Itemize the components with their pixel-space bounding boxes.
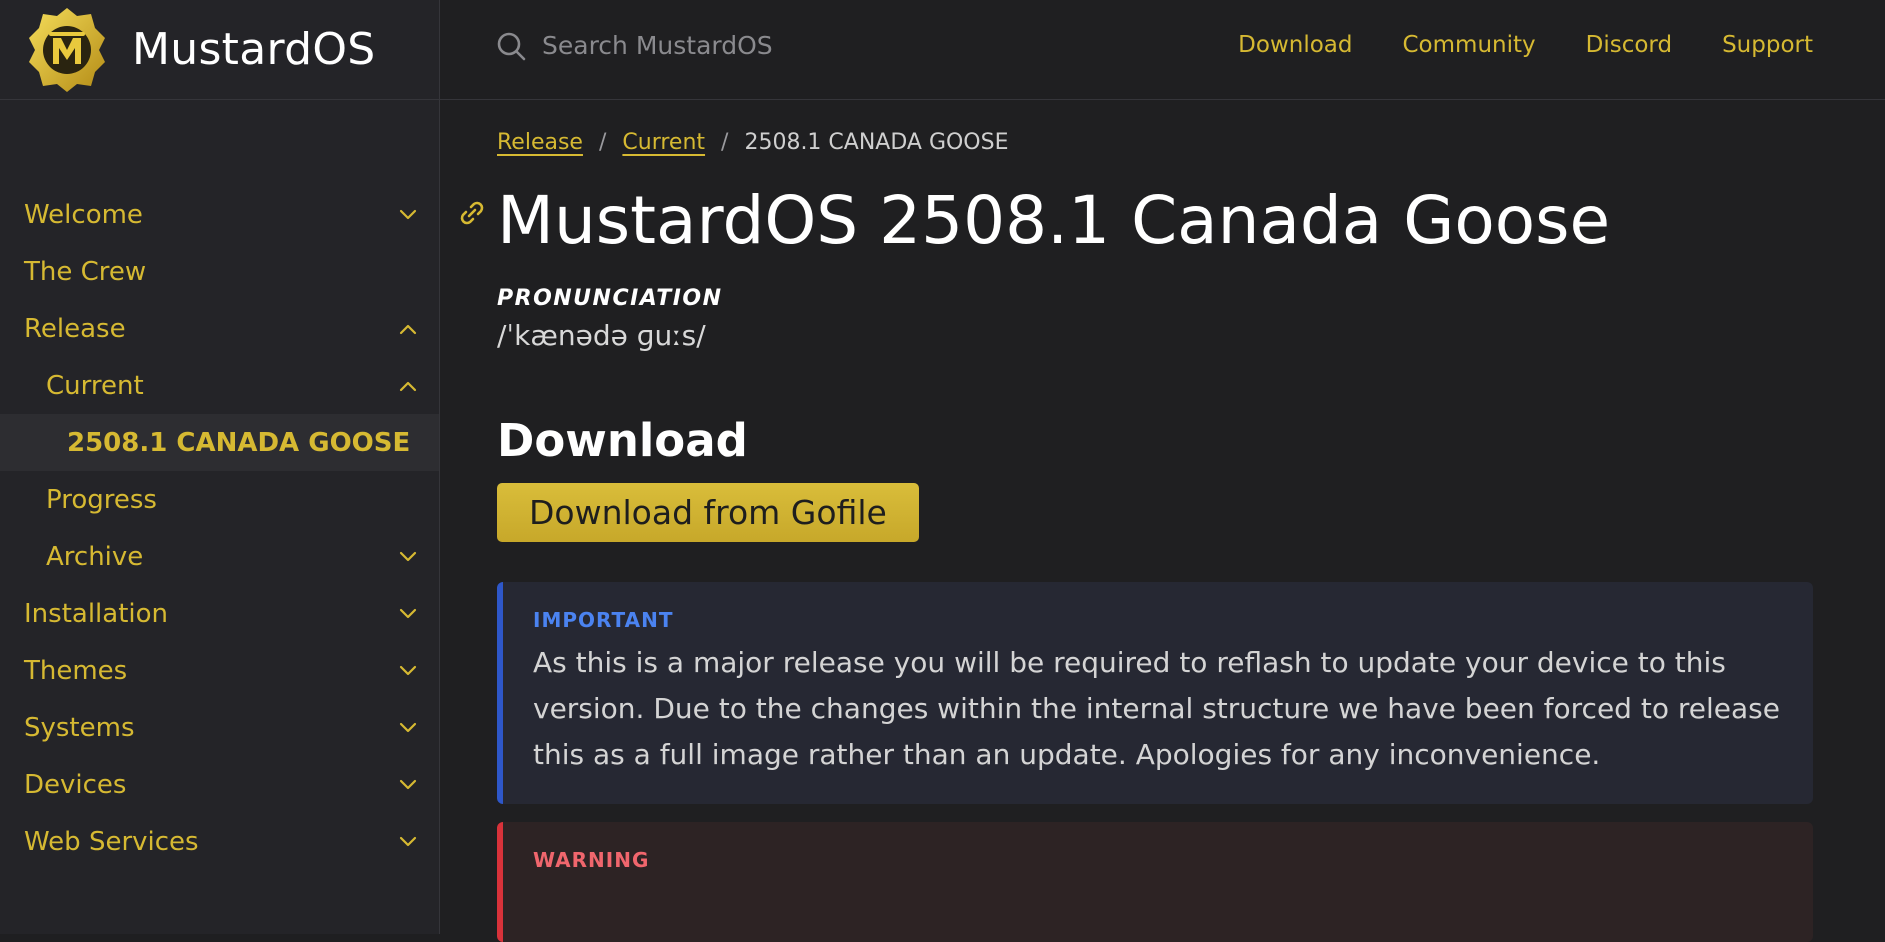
pronunciation: /ˈkænədə ɡuːs/ (497, 319, 706, 353)
breadcrumb-current[interactable]: Current (622, 130, 705, 155)
sidebar-item-label: Progress (46, 484, 157, 515)
mustard-m-logo-icon[interactable] (26, 6, 108, 94)
brand-name[interactable]: MustardOS (132, 24, 376, 75)
breadcrumb-page: 2508.1 CANADA GOOSE (744, 130, 1009, 155)
download-heading: Download (497, 414, 748, 468)
sidebar-nav: Welcome The Crew Release Current 2508.1 CANA… (0, 186, 439, 870)
search-input[interactable] (540, 30, 864, 61)
chevron-up-icon[interactable] (397, 375, 419, 397)
top-link-community[interactable]: Community (1403, 32, 1536, 58)
chevron-down-icon[interactable] (397, 660, 419, 682)
sidebar-item-label: Devices (24, 769, 127, 800)
sidebar-item-welcome[interactable]: Welcome (0, 186, 439, 243)
page-title: MustardOS 2508.1 Canada Goose (497, 182, 1611, 259)
top-link-discord[interactable]: Discord (1586, 32, 1672, 58)
sidebar-item-themes[interactable]: Themes (0, 642, 439, 699)
breadcrumb-separator: / (721, 130, 729, 155)
warning-label: WARNING (533, 848, 650, 873)
sidebar-item-installation[interactable]: Installation (0, 585, 439, 642)
pronunciation-label: PRONUNCIATION (497, 286, 723, 312)
sidebar-item-label: 2508.1 CANADA GOOSE (67, 427, 411, 458)
sidebar-item-label: Web Services (24, 826, 199, 857)
sidebar-item-label: Themes (24, 655, 128, 686)
chevron-down-icon[interactable] (397, 603, 419, 625)
chevron-down-icon[interactable] (397, 774, 419, 796)
sidebar-item-label: Archive (46, 541, 144, 572)
sidebar-item-progress[interactable]: Progress (0, 471, 439, 528)
chevron-down-icon[interactable] (397, 546, 419, 568)
warning-callout: WARNING (497, 822, 1813, 942)
sidebar-item-current[interactable]: Current (0, 357, 439, 414)
chevron-up-icon[interactable] (397, 318, 419, 340)
search-box[interactable] (496, 30, 864, 61)
top-link-support[interactable]: Support (1722, 32, 1813, 58)
sidebar-item-label: The Crew (24, 256, 147, 287)
search-icon (497, 32, 526, 60)
sidebar-item-release[interactable]: Release (0, 300, 439, 357)
link-anchor-icon[interactable] (457, 198, 487, 228)
sidebar-item-label: Installation (24, 598, 169, 629)
top-bar: Download Community Discord Support (440, 0, 1885, 100)
sidebar-item-label: Welcome (24, 199, 143, 230)
brand[interactable]: MustardOS (0, 0, 439, 100)
sidebar-item-devices[interactable]: Devices (0, 756, 439, 813)
important-text: As this is a major release you will be r… (533, 646, 1780, 772)
sidebar-item-label: Release (24, 313, 126, 344)
breadcrumb-release[interactable]: Release (497, 130, 583, 155)
title-row: MustardOS 2508.1 Canada Goose (460, 181, 1813, 260)
important-label: IMPORTANT (533, 608, 674, 633)
main-content: Release / Current / 2508.1 CANADA GOOSE … (460, 100, 1813, 942)
breadcrumb-separator: / (598, 130, 607, 155)
sidebar-item-systems[interactable]: Systems (0, 699, 439, 756)
important-callout: IMPORTANT As this is a major release you… (497, 582, 1813, 805)
download-gofile-button[interactable]: Download from Gofile (497, 483, 919, 543)
sidebar-item-label: Systems (24, 712, 135, 743)
top-nav-links: Download Community Discord Support (1238, 32, 1813, 58)
sidebar-item-2508-1-canada-goose[interactable]: 2508.1 CANADA GOOSE (0, 414, 439, 471)
chevron-down-icon[interactable] (397, 717, 419, 739)
sidebar: MustardOS Welcome The Crew Release Current 2… (0, 0, 440, 934)
breadcrumb: Release / Current / 2508.1 CANADA GOOSE (497, 130, 1813, 155)
sidebar-item-archive[interactable]: Archive (0, 528, 439, 585)
sidebar-item-the-crew[interactable]: The Crew (0, 243, 439, 300)
sidebar-item-web-services[interactable]: Web Services (0, 813, 439, 870)
top-link-download[interactable]: Download (1238, 32, 1352, 58)
sidebar-item-label: Current (46, 370, 144, 401)
chevron-down-icon[interactable] (397, 831, 419, 853)
chevron-down-icon[interactable] (397, 204, 419, 226)
